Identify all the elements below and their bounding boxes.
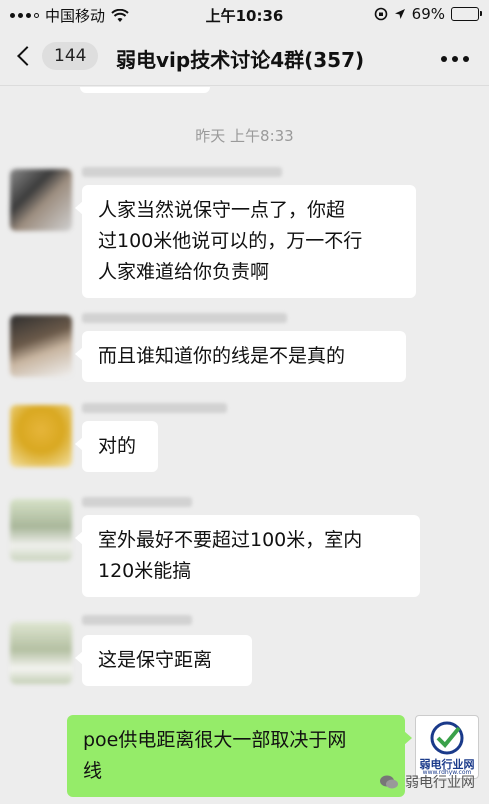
avatar[interactable] — [10, 405, 72, 467]
message-bubble[interactable]: 这是保守距离 — [75, 635, 252, 686]
orientation-lock-icon — [374, 7, 387, 21]
sender-nickname[interactable] — [82, 615, 192, 625]
avatar[interactable] — [10, 499, 72, 561]
status-right: 69% — [374, 5, 482, 23]
more-options-icon[interactable] — [441, 56, 469, 62]
status-bar: 中国移动 上午10:36 69% — [0, 0, 489, 30]
battery-icon — [451, 7, 482, 21]
message-text: 室外最好不要超过100米，室内 120米能搞 — [98, 529, 363, 582]
self-avatar[interactable]: 弱电行业网 www.rdhyw.com — [415, 715, 479, 779]
chevron-left-icon — [17, 46, 37, 66]
back-button[interactable]: 144 — [14, 42, 99, 70]
wechat-icon — [380, 775, 398, 789]
message-bubble[interactable]: 而且谁知道你的线是不是真的 — [75, 331, 406, 382]
sender-nickname[interactable] — [82, 167, 282, 177]
message-text: 而且谁知道你的线是不是真的 — [98, 345, 346, 367]
sender-nickname[interactable] — [82, 497, 192, 507]
location-icon — [394, 9, 405, 19]
chat-area[interactable]: 昨天 上午8:33 人家当然说保守一点了，你超 过100米他说可以的，万一不行 … — [0, 87, 489, 804]
chat-timestamp: 昨天 上午8:33 — [195, 127, 294, 145]
watermark-text: 弱电行业网 — [405, 775, 475, 791]
message-text: poe供电距离很大一部取决于网 线 — [83, 729, 347, 782]
message-text: 这是保守距离 — [98, 649, 213, 671]
avatar[interactable] — [10, 169, 72, 231]
nav-bar: 144 弱电vip技术讨论4群(357) — [0, 30, 489, 86]
battery-percent: 69% — [411, 5, 445, 23]
sender-nickname[interactable] — [82, 403, 227, 413]
avatar[interactable] — [10, 622, 72, 684]
self-message-bubble[interactable]: poe供电距离很大一部取决于网 线 — [67, 715, 412, 797]
message-bubble[interactable]: 室外最好不要超过100米，室内 120米能搞 — [75, 515, 420, 597]
avatar[interactable] — [10, 315, 72, 377]
message-text: 人家当然说保守一点了，你超 过100米他说可以的，万一不行 人家难道给你负责啊 — [98, 199, 363, 283]
watermark: 弱电行业网 — [379, 772, 475, 792]
message-text: 对的 — [98, 435, 137, 457]
unread-count-badge: 144 — [42, 42, 99, 70]
message-bubble[interactable]: 对的 — [75, 421, 158, 472]
chat-title: 弱电vip技术讨论4群(357) — [116, 48, 365, 72]
check-logo-icon — [430, 721, 464, 755]
message-bubble[interactable]: 人家当然说保守一点了，你超 过100米他说可以的，万一不行 人家难道给你负责啊 — [75, 185, 416, 298]
sender-nickname[interactable] — [82, 313, 287, 323]
previous-message-bubble[interactable] — [80, 87, 210, 93]
